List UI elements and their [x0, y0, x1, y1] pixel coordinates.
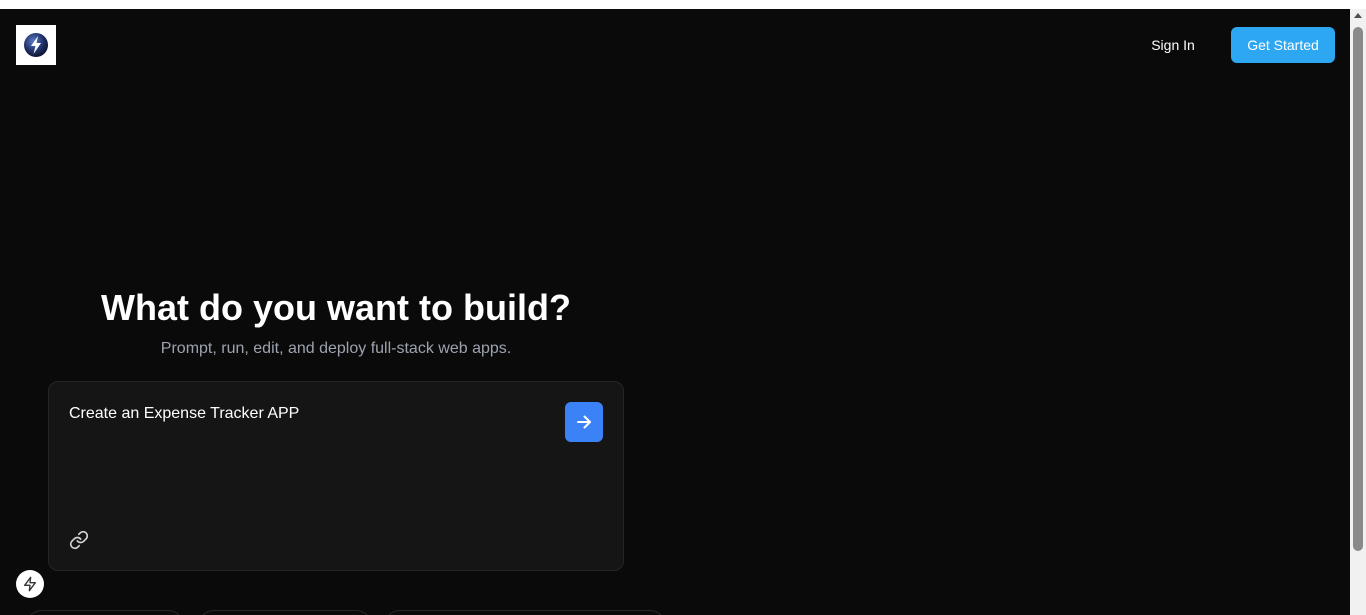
send-button[interactable]: [565, 402, 603, 442]
example-prompt-chip[interactable]: [384, 610, 666, 615]
app-viewport: Sign In Get Started What do you want to …: [0, 9, 1350, 615]
attach-link-button[interactable]: [67, 528, 91, 552]
arrow-right-icon: [575, 413, 593, 431]
scroll-up-arrow-icon[interactable]: [1354, 13, 1362, 18]
link-icon: [69, 530, 89, 550]
scrollbar-thumb[interactable]: [1353, 27, 1363, 551]
prompt-input[interactable]: [69, 404, 539, 524]
prompt-card: [48, 381, 624, 571]
sign-in-button[interactable]: Sign In: [1134, 27, 1212, 63]
bolt-icon: [22, 576, 38, 592]
page-title: What do you want to build?: [101, 287, 571, 328]
get-started-button[interactable]: Get Started: [1231, 27, 1335, 63]
example-prompt-chip[interactable]: [198, 610, 372, 615]
vertical-scrollbar[interactable]: [1350, 9, 1366, 615]
logo-icon[interactable]: [16, 25, 56, 65]
bolt-badge-button[interactable]: [16, 570, 44, 598]
page-subtitle: Prompt, run, edit, and deploy full-stack…: [160, 340, 512, 357]
example-prompt-chip[interactable]: [26, 610, 184, 615]
